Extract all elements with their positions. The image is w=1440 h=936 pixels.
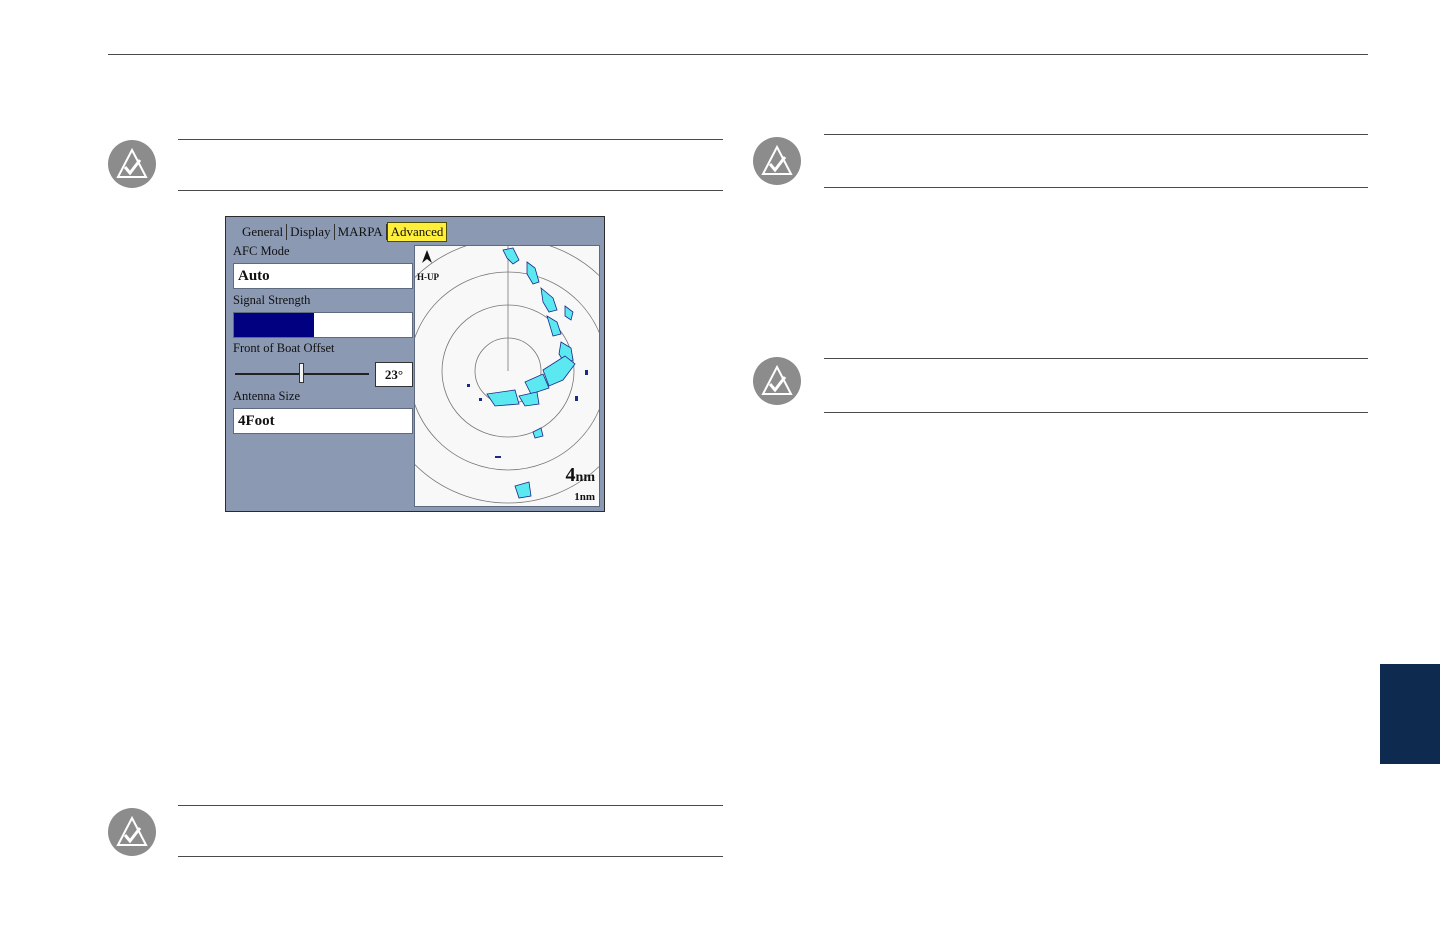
- note-icon: [753, 357, 801, 405]
- tab-display[interactable]: Display: [287, 223, 333, 241]
- page-header-rule: [108, 54, 1368, 55]
- heading-arrow-icon: [422, 250, 432, 263]
- tab-marpa[interactable]: MARPA: [335, 223, 386, 241]
- note-bottom-rule: [178, 856, 723, 857]
- note-icon: [753, 137, 801, 185]
- signal-strength-label: Signal Strength: [233, 293, 311, 307]
- tab-advanced[interactable]: Advanced: [386, 222, 448, 242]
- ring-spacing-readout: 1nm: [574, 491, 595, 503]
- note-top-rule: [178, 805, 723, 806]
- offset-slider-thumb[interactable]: [299, 363, 304, 383]
- afc-mode-field[interactable]: Auto: [233, 263, 413, 289]
- tab-general[interactable]: General: [239, 223, 286, 241]
- signal-strength-bar: [233, 312, 413, 338]
- orientation-label: H-UP: [417, 272, 439, 282]
- front-of-boat-offset-label: Front of Boat Offset: [233, 341, 335, 355]
- range-readout: 4nm: [566, 465, 595, 488]
- afc-mode-label: AFC Mode: [233, 244, 290, 258]
- note-top-rule: [824, 134, 1368, 135]
- note-icon: [108, 808, 156, 856]
- tab-bar: General Display MARPA Advanced: [239, 222, 448, 242]
- radar-setup-screen: General Display MARPA Advanced AFC Mode …: [225, 216, 605, 512]
- range-value: 4: [565, 464, 576, 486]
- note-bottom-rule: [824, 412, 1368, 413]
- antenna-size-label: Antenna Size: [233, 389, 300, 403]
- note-bottom-rule: [824, 187, 1368, 188]
- note-top-rule: [824, 358, 1368, 359]
- note-icon: [108, 140, 156, 188]
- signal-strength-fill: [234, 313, 315, 337]
- note-top-rule: [178, 139, 723, 140]
- section-thumb-tab: [1380, 664, 1440, 764]
- range-unit: nm: [575, 470, 595, 485]
- radar-preview: H-UP 4nm 1nm: [414, 245, 600, 507]
- antenna-size-field[interactable]: 4Foot: [233, 408, 413, 434]
- note-bottom-rule: [178, 190, 723, 191]
- offset-value-field[interactable]: 23°: [375, 362, 413, 387]
